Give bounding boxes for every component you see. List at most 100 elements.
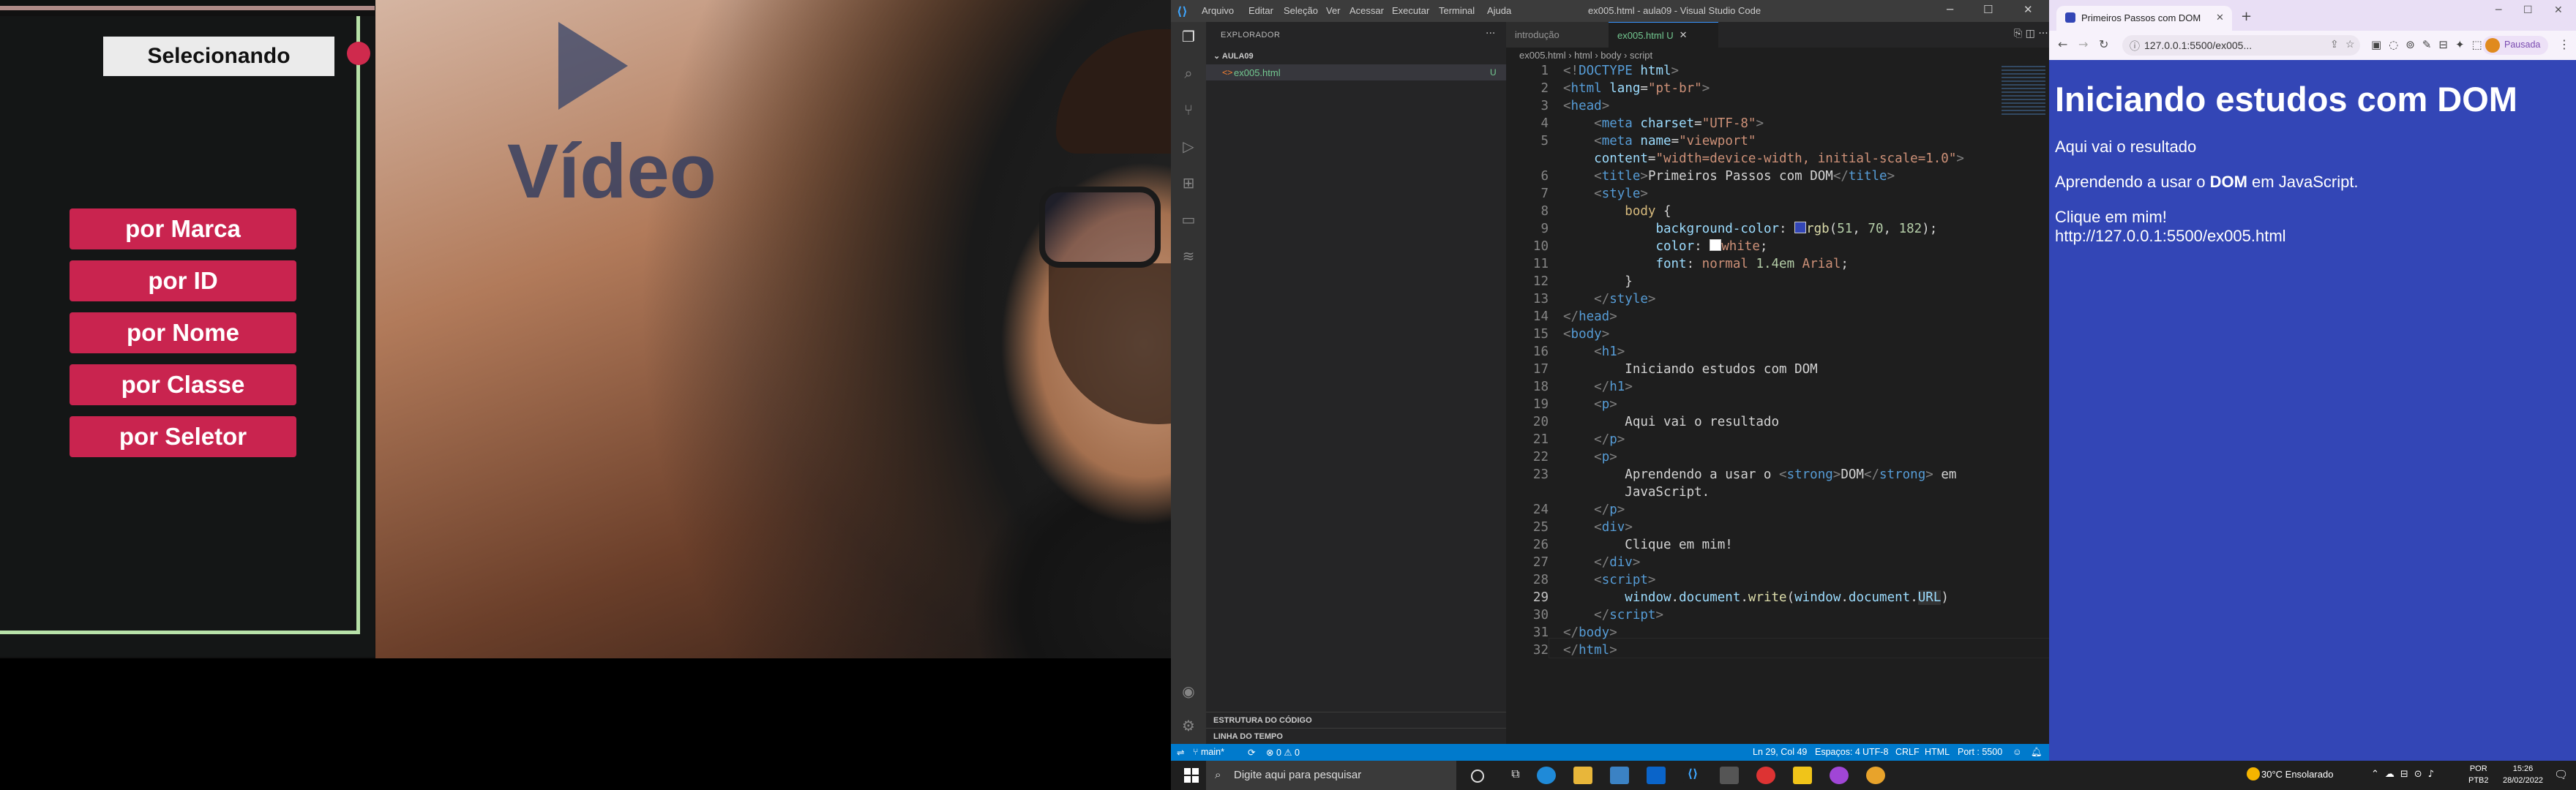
search-icon[interactable]: ⌕	[1180, 64, 1197, 82]
code-line: <h1>	[1594, 345, 1625, 359]
minimize-icon[interactable]: ─	[2496, 4, 2501, 16]
breadcrumb: ex005.html › html › body › script	[1506, 48, 2049, 64]
menu-executar[interactable]: Executar	[1392, 5, 1429, 16]
language-status[interactable]: HTML	[1925, 747, 1950, 757]
store-icon[interactable]	[1610, 767, 1629, 784]
terminal-icon[interactable]	[1720, 767, 1739, 784]
maximize-icon[interactable]: ☐	[1983, 3, 1993, 16]
menu-ajuda[interactable]: Ajuda	[1487, 5, 1511, 16]
close-icon[interactable]: ✕	[2023, 3, 2033, 16]
dom-paragraph-start: Aprendendo a usar o	[2055, 173, 2210, 191]
weather-icon	[2247, 767, 2260, 780]
section-outline[interactable]: ESTRUTURA DO CÓDIGO	[1206, 712, 1506, 729]
menu-terminal[interactable]: Terminal	[1439, 5, 1475, 16]
line-number: 20	[1532, 415, 1549, 429]
extensions-icon[interactable]: ⊞	[1180, 174, 1197, 192]
cortana-icon[interactable]	[1471, 770, 1484, 783]
browser-tab[interactable]: Primeiros Passos com DOM ✕	[2056, 6, 2232, 31]
new-tab-icon[interactable]: +	[2241, 9, 2252, 24]
line-number: 11	[1532, 257, 1549, 271]
back-icon[interactable]: ←	[2058, 37, 2067, 51]
url-text[interactable]: 127.0.0.1:5500/ex005...	[2144, 40, 2252, 51]
bookmark-star-icon[interactable]: ☆	[2345, 38, 2355, 50]
indent-status[interactable]: Espaços: 4	[1815, 747, 1860, 757]
language-indicator[interactable]: POR PTB2	[2468, 763, 2489, 786]
line-number: 19	[1532, 397, 1549, 412]
activity-bar: ❐ ⌕ ⑂ ▷ ⊞ ▭ ≋ ◉ ⚙	[1171, 22, 1206, 744]
overlay-title: Selecionando	[103, 37, 334, 76]
encoding-status[interactable]: UTF-8	[1862, 747, 1888, 757]
reload-icon[interactable]: ↻	[2099, 37, 2108, 51]
bell-icon[interactable]: 🔔︎	[2031, 747, 2043, 758]
menu-kebab-icon[interactable]: ⋮	[2558, 37, 2570, 51]
problems-status[interactable]: ⊗ 0 ⚠ 0	[1266, 747, 1300, 758]
app-icon-yellow[interactable]	[1793, 767, 1812, 784]
task-view-icon[interactable]: ⧉	[1506, 767, 1525, 784]
sync-icon[interactable]: ⟳	[1248, 747, 1255, 758]
clock[interactable]: 15:26 28/02/2022	[2503, 763, 2543, 786]
more-actions-icon[interactable]: ···	[1486, 28, 1495, 40]
feedback-icon[interactable]: ☺	[2012, 747, 2022, 757]
chrome-taskbar-icon[interactable]	[1866, 767, 1885, 784]
maximize-icon[interactable]: ☐	[2523, 4, 2533, 16]
docker-icon[interactable]: ≋	[1180, 247, 1197, 265]
app-icon-red[interactable]	[1756, 767, 1775, 784]
code-line: </p>	[1594, 432, 1625, 447]
click-div[interactable]: Clique em mim!	[2055, 208, 2167, 227]
menu-ver[interactable]: Ver	[1326, 5, 1341, 16]
app-icon-purple[interactable]	[1830, 767, 1849, 784]
window-title: ex005.html - aula09 - Visual Studio Code	[1588, 5, 1761, 16]
close-icon[interactable]: ✕	[2554, 4, 2563, 16]
tab-ex005[interactable]: ex005.html U ✕	[1609, 22, 1718, 48]
menu-arquivo[interactable]: Arquivo	[1202, 5, 1234, 16]
explorer-icon[interactable]: ❐	[1180, 28, 1197, 45]
taskbar-search[interactable]: ⌕ Digite aqui para pesquisar	[1206, 761, 1456, 790]
file-explorer-icon[interactable]	[1573, 767, 1592, 784]
remote-explorer-icon[interactable]: ▭	[1180, 211, 1197, 228]
menu-editar[interactable]: Editar	[1248, 5, 1273, 16]
section-timeline[interactable]: LINHA DO TEMPO	[1206, 728, 1506, 745]
folder-aula09[interactable]: ⌄ AULA09	[1213, 51, 1254, 61]
code-line: <div>	[1594, 520, 1633, 535]
cursor-position[interactable]: Ln 29, Col 49	[1753, 747, 1807, 757]
mail-icon[interactable]	[1647, 767, 1666, 784]
vscode-taskbar-icon[interactable]: ⟨⟩	[1683, 767, 1702, 784]
code-editor[interactable]: 1 2 3 4 5 6 7 8 9 10 11 12 13 14 15 16 17 18 19 20 21 22 23 24 2…	[1506, 64, 2051, 744]
tab-close-icon[interactable]: ✕	[1680, 29, 1688, 41]
gear-icon[interactable]: ⚙	[1180, 717, 1197, 734]
menu-selecao[interactable]: Seleção	[1284, 5, 1318, 16]
line-number: 14	[1532, 309, 1549, 324]
notification-icon[interactable]: 🗨︎	[2554, 768, 2568, 781]
split-editor-icon[interactable]: ⎘ ◫ ···	[2014, 28, 2048, 40]
menu-acessar[interactable]: Acessar	[1349, 5, 1384, 16]
source-control-icon[interactable]: ⑂	[1180, 101, 1197, 118]
tab-close-icon[interactable]: ✕	[2216, 12, 2224, 23]
forward-icon[interactable]: →	[2078, 37, 2088, 51]
tray-icons[interactable]: ⌃☁⊟⊙♪	[2371, 769, 2440, 780]
breadcrumb-path[interactable]: ex005.html › html › body › script	[1519, 50, 1652, 61]
profile-button[interactable]: Pausada	[2482, 36, 2548, 55]
remote-icon[interactable]: ⇌	[1177, 747, 1184, 758]
minimap[interactable]	[2002, 66, 2045, 117]
eol-status[interactable]: CRLF	[1895, 747, 1920, 757]
address-bar[interactable]: ⓘ 127.0.0.1:5500/ex005... ⇪ ☆	[2122, 35, 2360, 56]
clock-time: 15:26	[2512, 764, 2534, 773]
run-debug-icon[interactable]: ▷	[1180, 138, 1197, 155]
file-name[interactable]: ex005.html	[1234, 67, 1281, 78]
site-info-icon[interactable]: ⓘ	[2130, 39, 2140, 53]
weather-text[interactable]: 30°C Ensolarado	[2261, 769, 2333, 780]
line-number: 29	[1532, 590, 1549, 605]
branch-status[interactable]: ⑂ main*	[1193, 747, 1224, 757]
line-number: 30	[1532, 608, 1549, 622]
code-line-current: window.document.write(window.document.UR…	[1625, 590, 1949, 605]
share-icon[interactable]: ⇪	[2330, 38, 2339, 50]
accounts-icon[interactable]: ◉	[1180, 682, 1197, 700]
minimize-icon[interactable]: ─	[1947, 3, 1953, 16]
overlay-border-bottom	[0, 631, 360, 634]
presenter-beard	[1049, 263, 1171, 424]
edge-icon[interactable]	[1537, 767, 1556, 784]
windows-start-icon[interactable]	[1184, 768, 1199, 783]
tab-introducao[interactable]: introdução	[1506, 22, 1609, 48]
code-line: JavaScript.	[1563, 485, 1710, 500]
live-server-status[interactable]: Port : 5500	[1958, 747, 2002, 757]
